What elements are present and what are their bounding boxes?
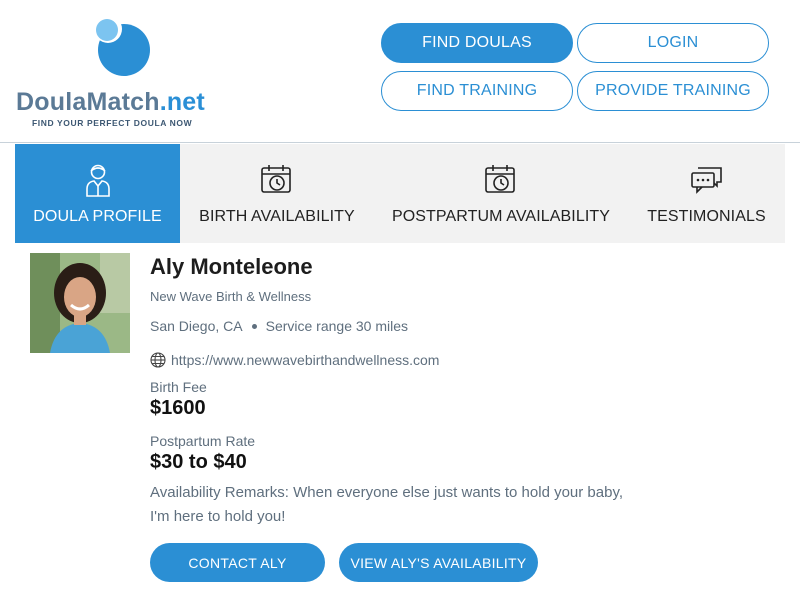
calendar-clock-icon <box>481 162 521 198</box>
company-name: New Wave Birth & Wellness <box>150 289 312 304</box>
tab-testimonials[interactable]: TESTIMONIALS <box>628 144 785 243</box>
tab-label: DOULA PROFILE <box>33 208 162 225</box>
tab-label: POSTPARTUM AVAILABILITY <box>391 208 611 225</box>
find-doulas-button[interactable]: FIND DOULAS <box>381 23 573 63</box>
birth-fee-value: $1600 <box>150 397 206 419</box>
brand-name-match: Match <box>86 88 160 116</box>
postpartum-rate-label: Postpartum Rate <box>150 433 256 449</box>
view-availability-button[interactable]: VIEW ALY'S AVAILABILITY <box>339 543 538 582</box>
tab-doula-profile[interactable]: DOULA PROFILE <box>15 144 180 243</box>
location-row: San Diego, CA Service range 30 miles <box>150 318 408 334</box>
find-training-button[interactable]: FIND TRAINING <box>381 71 573 111</box>
website-link[interactable]: https://www.newwavebirthandwellness.com <box>171 352 439 368</box>
globe-icon <box>150 352 166 368</box>
city: San Diego, CA <box>150 318 243 334</box>
doula-photo <box>30 253 130 353</box>
postpartum-rate-value: $30 to $40 <box>150 451 247 473</box>
person-icon <box>78 162 118 198</box>
chat-bubbles-icon <box>687 162 727 198</box>
brand-name: DoulaMatch.net <box>16 88 205 117</box>
brand-name-doula: Doula <box>16 88 87 116</box>
service-range: Service range 30 miles <box>265 318 409 334</box>
site-header: DoulaMatch.net FIND YOUR PERFECT DOULA N… <box>0 0 800 143</box>
website-row: https://www.newwavebirthandwellness.com <box>150 352 439 368</box>
provide-training-button[interactable]: PROVIDE TRAINING <box>577 71 769 111</box>
doula-name: Aly Monteleone <box>150 254 313 279</box>
tab-label: TESTIMONIALS <box>647 208 766 225</box>
brand-tagline: FIND YOUR PERFECT DOULA NOW <box>32 118 193 128</box>
birth-fee-label: Birth Fee <box>150 379 207 395</box>
login-button[interactable]: LOGIN <box>577 23 769 63</box>
calendar-clock-icon <box>257 162 297 198</box>
separator-dot <box>251 323 257 329</box>
brand-name-net: .net <box>159 88 205 116</box>
profile-tabs: DOULA PROFILE BIRTH AVAILABILITY POSTPAR… <box>15 144 785 243</box>
tab-birth-availability[interactable]: BIRTH AVAILABILITY <box>180 144 374 243</box>
availability-remarks: Availability Remarks: When everyone else… <box>150 484 624 525</box>
contact-button[interactable]: CONTACT ALY <box>150 543 325 582</box>
droplet-logo-icon <box>94 15 150 76</box>
tab-label: BIRTH AVAILABILITY <box>199 208 355 225</box>
tab-postpartum-availability[interactable]: POSTPARTUM AVAILABILITY <box>374 144 628 243</box>
site-logo[interactable]: DoulaMatch.net FIND YOUR PERFECT DOULA N… <box>14 10 224 135</box>
